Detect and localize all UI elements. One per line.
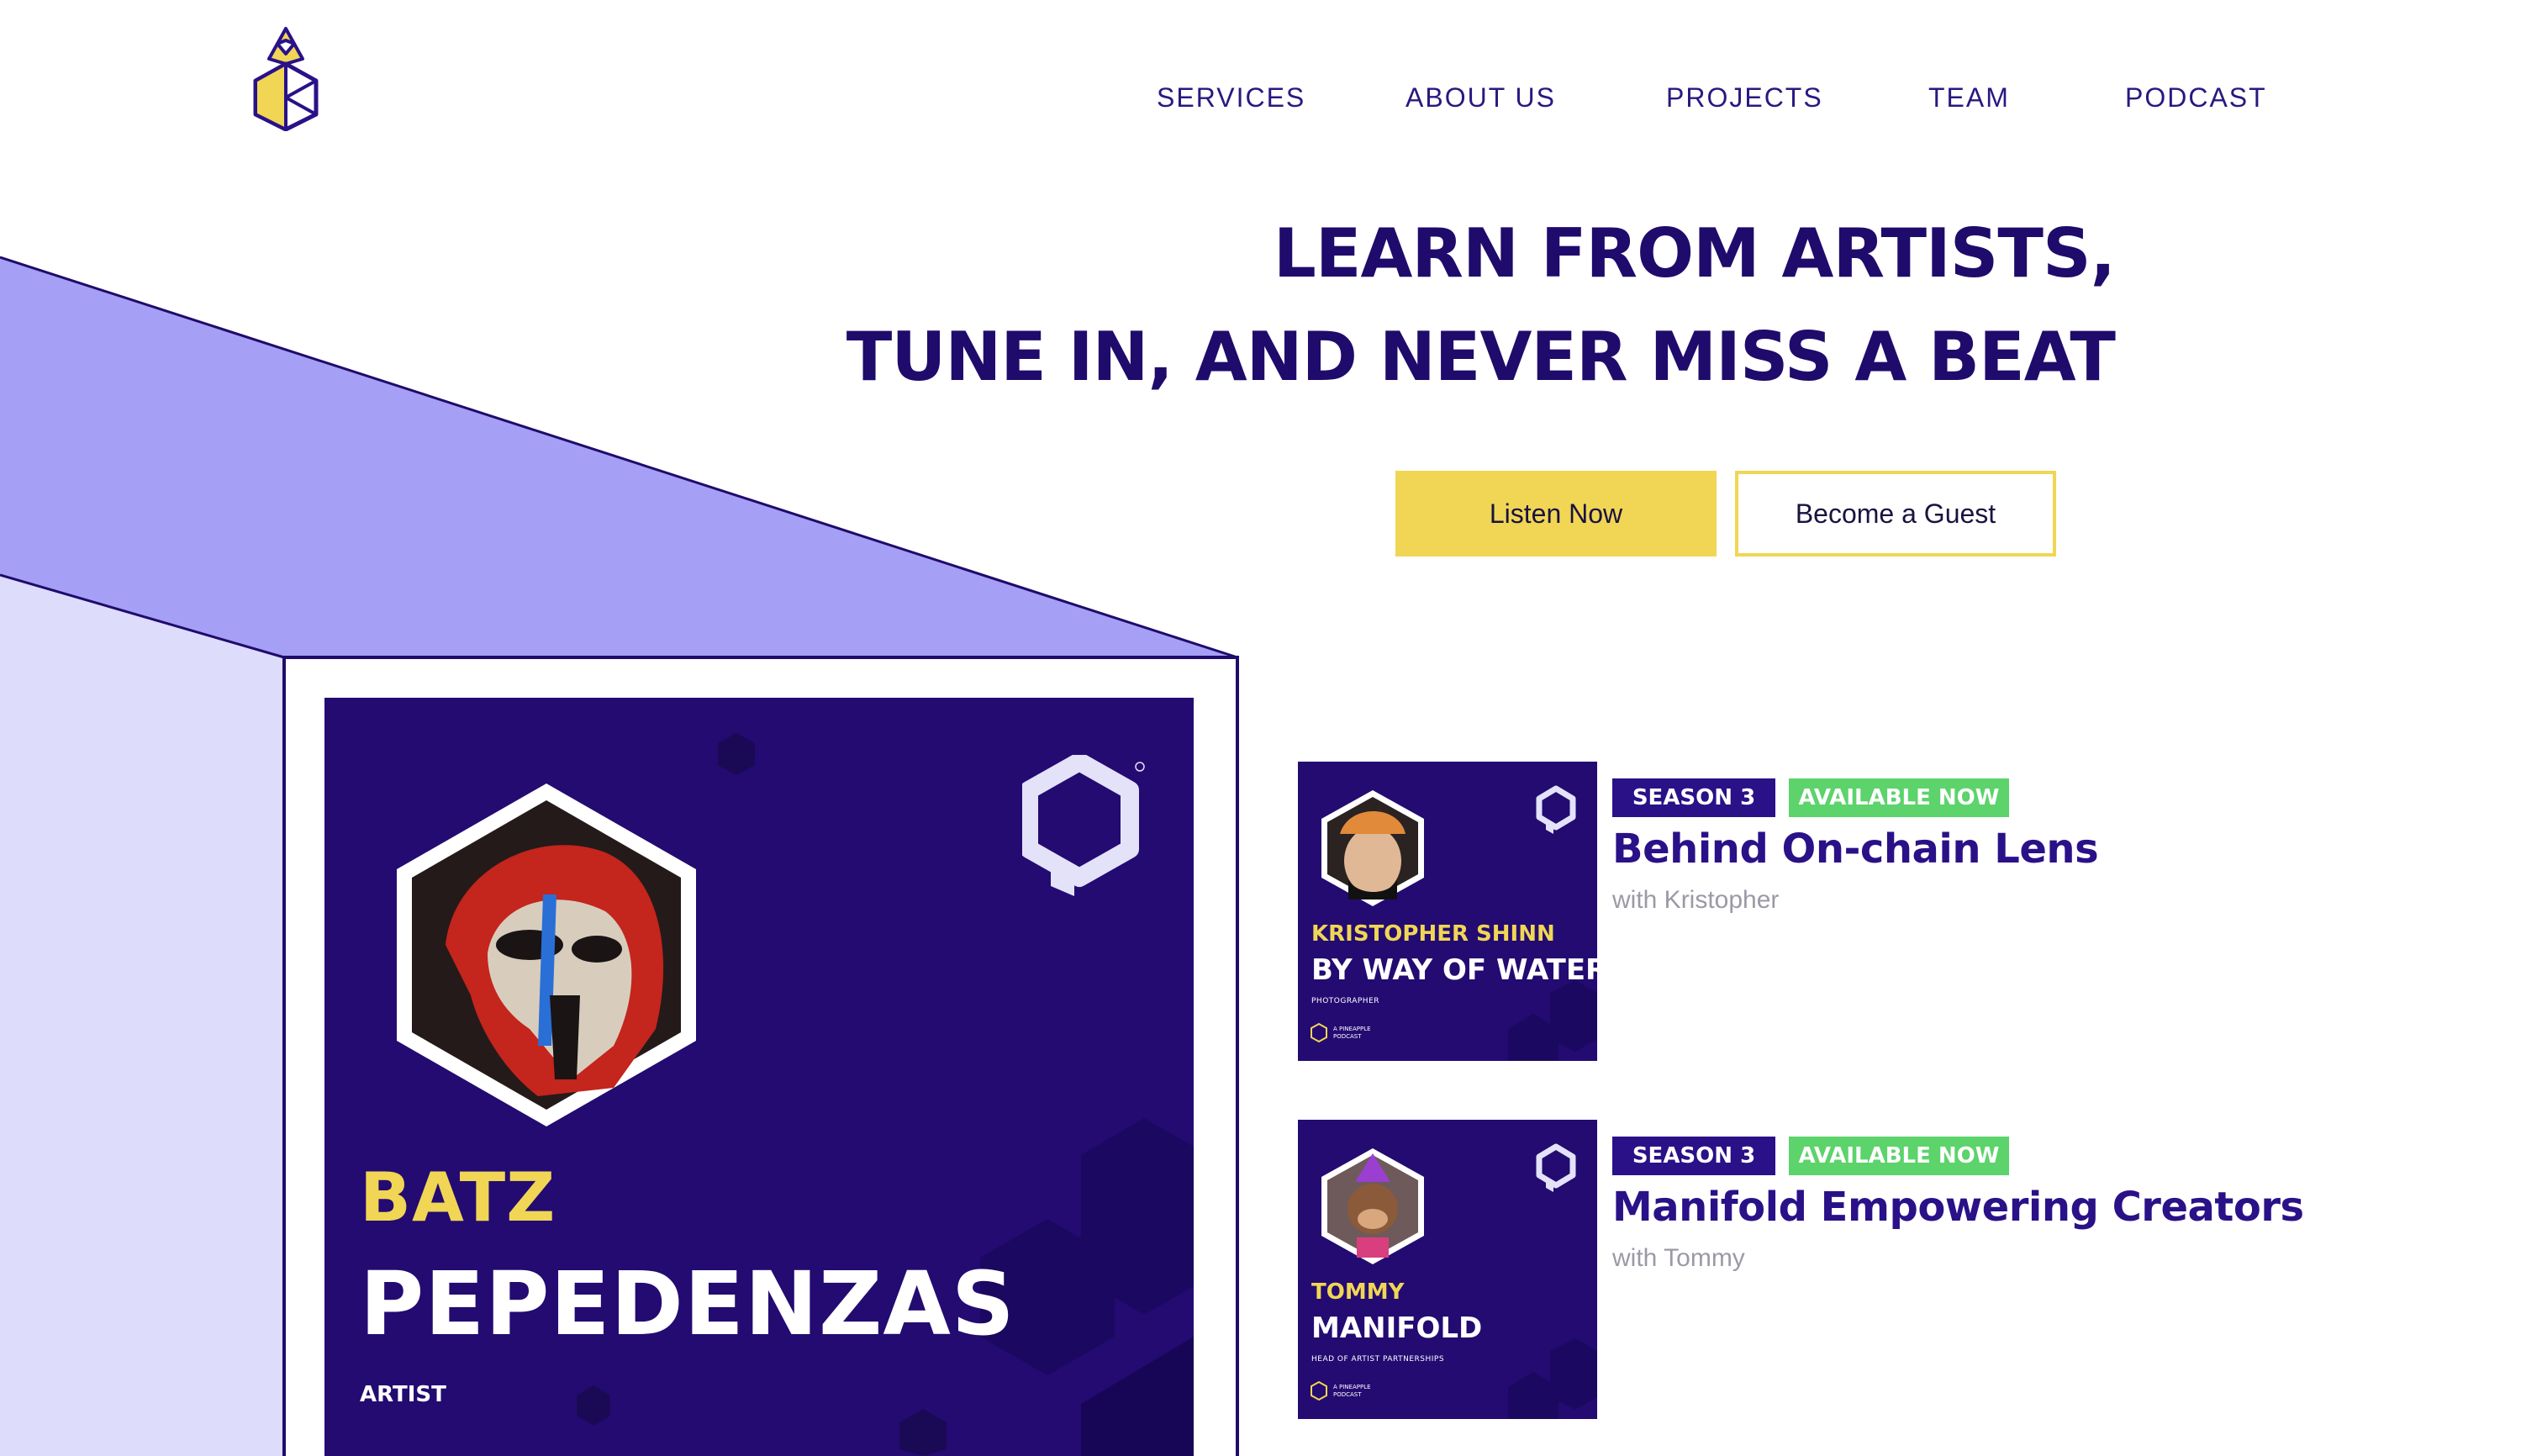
thumbnail-role: HEAD OF ARTIST PARTNERSHIPS: [1311, 1355, 1445, 1364]
main-nav: SERVICES ABOUT US PROJECTS TEAM PODCAST: [0, 82, 2542, 124]
nav-projects[interactable]: PROJECTS: [1666, 82, 1823, 113]
thumbnail-first-name: KRISTOPHER SHINN: [1311, 921, 1555, 947]
artist-portrait: [397, 783, 696, 1126]
featured-episode-cover[interactable]: BATZ PEPEDENZAS ARTIST: [324, 698, 1194, 1456]
episode-thumbnail[interactable]: TOMMY MANIFOLD HEAD OF ARTIST PARTNERSHI…: [1298, 1120, 1597, 1419]
brand-hexagon-icon: [1022, 755, 1145, 896]
hero-heading-highlight: ARTISTS,: [1781, 214, 2116, 293]
listen-now-button[interactable]: Listen Now: [1395, 471, 1717, 557]
episode-title[interactable]: Manifold Empowering Creators: [1612, 1184, 2304, 1231]
nav-team[interactable]: TEAM: [1928, 82, 2010, 113]
episode-guest: with Kristopher: [1612, 886, 1780, 914]
hero-heading-line2: TUNE IN, AND NEVER MISS A BEAT: [846, 318, 2116, 396]
hero-heading-prefix: LEARN FROM: [1273, 214, 1782, 293]
featured-role: ARTIST: [360, 1382, 446, 1407]
thumbnail-first-name: TOMMY: [1311, 1279, 1405, 1305]
thumbnail-last-name: BY WAY OF WATER: [1311, 953, 1597, 987]
episode-card: KRISTOPHER SHINN BY WAY OF WATER PHOTOGR…: [1298, 762, 2475, 1061]
thumbnail-brand: A PINEAPPLE PODCAST: [1333, 1384, 1371, 1398]
season-badge: SEASON 3: [1612, 778, 1775, 817]
thumbnail-role: PHOTOGRAPHER: [1311, 997, 1380, 1005]
thumbnail-artwork: [1311, 785, 1597, 1061]
available-badge: AVAILABLE NOW: [1789, 1137, 2009, 1175]
thumbnail-last-name: MANIFOLD: [1311, 1311, 1483, 1345]
nav-about-us[interactable]: ABOUT US: [1405, 82, 1556, 113]
become-a-guest-button[interactable]: Become a Guest: [1735, 471, 2056, 557]
season-badge: SEASON 3: [1612, 1137, 1775, 1175]
nav-services[interactable]: SERVICES: [1157, 82, 1305, 113]
thumbnail-artwork: [1311, 1143, 1597, 1419]
episode-thumbnail[interactable]: KRISTOPHER SHINN BY WAY OF WATER PHOTOGR…: [1298, 762, 1597, 1061]
featured-first-name: BATZ: [360, 1158, 556, 1237]
episode-card: TOMMY MANIFOLD HEAD OF ARTIST PARTNERSHI…: [1298, 1120, 2475, 1419]
nav-podcast[interactable]: PODCAST: [2125, 82, 2267, 113]
episode-guest: with Tommy: [1612, 1244, 1745, 1272]
featured-last-name: PEPEDENZAS: [360, 1253, 1015, 1355]
thumbnail-brand: A PINEAPPLE PODCAST: [1333, 1026, 1371, 1040]
hero-heading-line1: LEARN FROM ARTISTS,: [1273, 214, 2116, 293]
episode-title[interactable]: Behind On-chain Lens: [1612, 826, 2099, 873]
available-badge: AVAILABLE NOW: [1789, 778, 2009, 817]
